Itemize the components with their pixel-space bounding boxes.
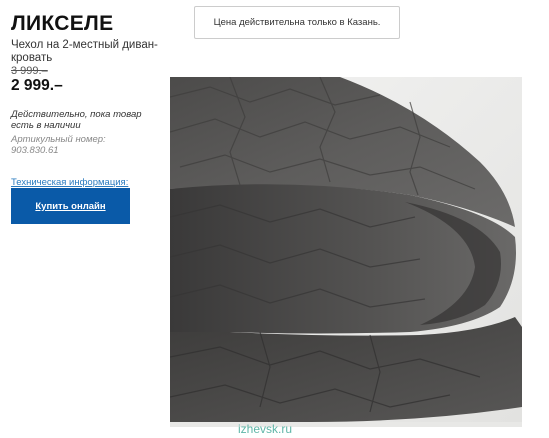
article-number: Артикульный номер: 903.830.61 bbox=[11, 134, 106, 156]
product-info-panel: ЛИКСЕЛЕ Чехол на 2-местный диван-кровать… bbox=[11, 12, 161, 224]
tech-info-link[interactable]: Техническая информация: bbox=[11, 177, 128, 188]
price-validity-notice: Цена действительна только в Казань. bbox=[194, 6, 400, 39]
product-title: ЛИКСЕЛЕ bbox=[11, 12, 114, 35]
old-price: 3 999.– bbox=[11, 65, 48, 77]
folded-quilted-cover-photo bbox=[170, 77, 522, 427]
product-description: Чехол на 2-местный диван-кровать bbox=[11, 39, 158, 64]
watermark: izhevsk.ru bbox=[238, 422, 293, 436]
buy-online-button[interactable]: Купить онлайн bbox=[11, 188, 130, 224]
product-image bbox=[170, 77, 522, 427]
availability-note: Действительно, пока товар есть в наличии bbox=[11, 109, 142, 131]
new-price: 2 999.– bbox=[11, 77, 63, 94]
